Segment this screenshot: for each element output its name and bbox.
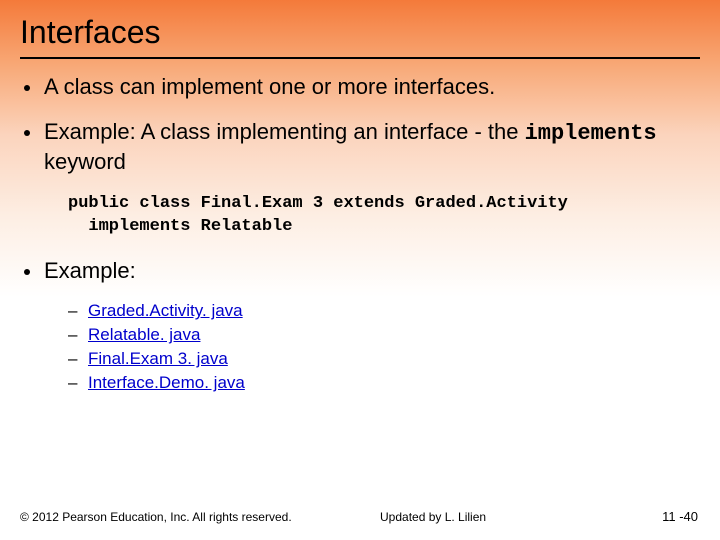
link-final-exam3[interactable]: Final.Exam 3. java [88,349,228,369]
bullet-3-text: Example: [44,257,700,286]
bullet-1-text: A class can implement one or more interf… [44,73,700,102]
bullet-2: Example: A class implementing an interfa… [20,118,700,177]
slide-footer: © 2012 Pearson Education, Inc. All right… [0,510,720,524]
updated-by-text: Updated by L. Lilien [380,510,486,524]
list-item: – Final.Exam 3. java [68,349,700,369]
bullet-dot-icon [24,130,30,136]
bullet-dot-icon [24,269,30,275]
dash-icon: – [68,325,88,345]
slide: Interfaces A class can implement one or … [0,0,720,540]
slide-title: Interfaces [20,10,700,59]
implements-keyword: implements [525,121,657,146]
link-relatable[interactable]: Relatable. java [88,325,200,345]
link-interface-demo[interactable]: Interface.Demo. java [88,373,245,393]
code-block: public class Final.Exam 3 extends Graded… [68,193,700,239]
bullet-2-pre: Example: A class implementing an interfa… [44,119,525,144]
page-number: 11 -40 [662,509,698,524]
example-file-list: – Graded.Activity. java – Relatable. jav… [68,301,700,393]
dash-icon: – [68,349,88,369]
bullet-3: Example: [20,257,700,286]
list-item: – Graded.Activity. java [68,301,700,321]
bullet-2-text: Example: A class implementing an interfa… [44,118,700,177]
bullet-1: A class can implement one or more interf… [20,73,700,102]
dash-icon: – [68,301,88,321]
link-graded-activity[interactable]: Graded.Activity. java [88,301,243,321]
bullet-dot-icon [24,85,30,91]
list-item: – Interface.Demo. java [68,373,700,393]
bullet-2-post: keyword [44,149,126,174]
dash-icon: – [68,373,88,393]
list-item: – Relatable. java [68,325,700,345]
copyright-text: © 2012 Pearson Education, Inc. All right… [20,510,292,524]
